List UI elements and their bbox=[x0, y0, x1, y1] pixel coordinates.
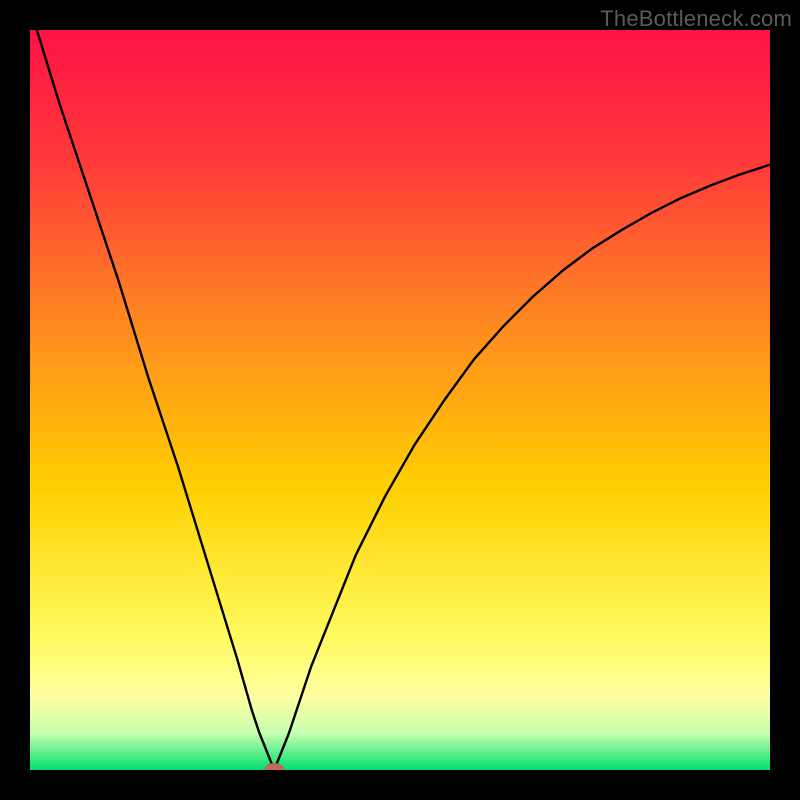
gradient-background bbox=[30, 30, 770, 770]
chart-canvas bbox=[30, 30, 770, 770]
watermark-text: TheBottleneck.com bbox=[600, 6, 792, 32]
chart-frame bbox=[30, 30, 770, 770]
